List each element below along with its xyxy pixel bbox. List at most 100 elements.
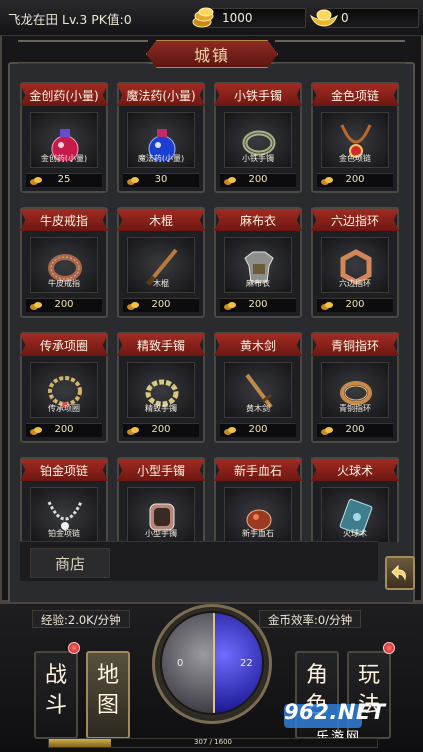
item-icon-box: 传承项圈 [30, 362, 98, 418]
player-info: 飞龙在田 Lv.3 PK值:0 [8, 12, 132, 27]
item-price-row: 200 [26, 423, 102, 437]
item-price-row: 200 [317, 423, 393, 437]
item-price-row: 200 [220, 423, 296, 437]
item-card[interactable]: 精致手镯 精致手镯 200 [117, 332, 205, 443]
item-price-row: 200 [220, 298, 296, 312]
mp-value: 22 [240, 658, 253, 669]
item-card[interactable]: 铂金项链 铂金项链 [20, 457, 108, 542]
item-price-row: 200 [26, 298, 102, 312]
xp-progress-bar: 307 / 1600 [48, 738, 378, 748]
item-icon-box: 金色项链 [321, 112, 389, 168]
item-name-ribbon: 小型手镯 [117, 459, 205, 481]
item-name: 精致手镯 [136, 338, 185, 353]
item-price-row: 200 [317, 173, 393, 187]
mp-half [214, 613, 262, 713]
ingot-resource: 0 [305, 6, 419, 30]
item-price-row: 30 [123, 173, 199, 187]
battle-notification-dot [68, 642, 80, 654]
item-name-ribbon: 青铜指环 [311, 334, 399, 356]
orb-divider [213, 613, 215, 713]
shop-tab-button[interactable]: 商店 [30, 548, 110, 578]
item-price-row: 200 [123, 298, 199, 312]
tab-battle-label: 战 斗 [44, 663, 67, 718]
item-card[interactable]: 新手血石 新手血石 [214, 457, 302, 542]
item-name-ribbon: 黄木剑 [214, 334, 302, 356]
item-card[interactable]: 小铁手镯 小铁手镯 200 [214, 82, 302, 193]
item-caption: 六边指环 [339, 279, 371, 288]
item-name: 传承项圈 [39, 338, 88, 353]
back-button[interactable] [385, 556, 415, 590]
item-name-ribbon: 传承项圈 [20, 334, 108, 356]
item-card[interactable]: 麻布衣 麻布衣 200 [214, 207, 302, 318]
shop-bar: 商店 [20, 541, 378, 581]
item-caption: 金色项链 [339, 154, 371, 163]
item-icon-box: 新手血石 [224, 487, 292, 542]
item-name-ribbon: 金创药(小量) [20, 84, 108, 106]
gold-coins-icon [192, 7, 214, 28]
watermark-logo: 962.NET [284, 700, 386, 724]
item-card[interactable]: 火球术 火球术 [311, 457, 399, 542]
item-name: 新手血石 [233, 463, 282, 478]
item-caption: 新手血石 [242, 529, 274, 538]
item-card[interactable]: 青铜指环 青铜指环 200 [311, 332, 399, 443]
tab-battle[interactable]: 战 斗 [34, 651, 78, 739]
item-price-row: 200 [220, 173, 296, 187]
item-name-ribbon: 六边指环 [311, 209, 399, 231]
item-card[interactable]: 小型手镯 小型手镯 [117, 457, 205, 542]
item-name-ribbon: 牛皮戒指 [20, 209, 108, 231]
gold-ingot-icon [309, 9, 339, 27]
shop-item-grid: 金创药(小量) 金创药(小量) 25 魔法药(小量) 魔法药(小量) 30 小铁手镯 小铁手镯… [20, 82, 403, 542]
item-card[interactable]: 六边指环 六边指环 200 [311, 207, 399, 318]
item-price: 25 [57, 174, 71, 185]
item-name-ribbon: 精致手镯 [117, 334, 205, 356]
item-name-ribbon: 铂金项链 [20, 459, 108, 481]
item-name: 铂金项链 [39, 463, 88, 478]
hp-mp-orb: 0 22 [160, 611, 264, 715]
gold-resource: 1000 [186, 6, 306, 30]
item-card[interactable]: 牛皮戒指 牛皮戒指 200 [20, 207, 108, 318]
item-caption: 精致手镯 [145, 404, 177, 413]
item-name: 六边指环 [330, 213, 379, 228]
item-price: 200 [345, 424, 365, 435]
item-price: 200 [248, 174, 268, 185]
item-price: 200 [151, 424, 171, 435]
item-caption: 传承项圈 [48, 404, 80, 413]
gameplay-notification-dot [383, 642, 395, 654]
item-name-ribbon: 麻布衣 [214, 209, 302, 231]
item-card[interactable]: 木棍 木棍 200 [117, 207, 205, 318]
item-price: 200 [345, 299, 365, 310]
item-name: 金色项链 [330, 88, 379, 103]
item-icon-box: 麻布衣 [224, 237, 292, 293]
item-caption: 小型手镯 [145, 529, 177, 538]
item-icon-box: 铂金项链 [30, 487, 98, 542]
item-name-ribbon: 金色项链 [311, 84, 399, 106]
item-name: 木棍 [148, 213, 173, 228]
item-card[interactable]: 金色项链 金色项链 200 [311, 82, 399, 193]
item-caption: 火球术 [343, 529, 367, 538]
item-name-ribbon: 魔法药(小量) [117, 84, 205, 106]
item-icon-box: 青铜指环 [321, 362, 389, 418]
item-card[interactable]: 魔法药(小量) 魔法药(小量) 30 [117, 82, 205, 193]
item-card[interactable]: 金创药(小量) 金创药(小量) 25 [20, 82, 108, 193]
gold-slot [206, 8, 306, 28]
item-price-row: 200 [123, 423, 199, 437]
item-price: 200 [54, 424, 74, 435]
item-price-row: 25 [26, 173, 102, 187]
item-caption: 金创药(小量) [40, 154, 88, 163]
item-name: 青铜指环 [330, 338, 379, 353]
item-name-ribbon: 小铁手镯 [214, 84, 302, 106]
item-price: 30 [154, 174, 168, 185]
item-card[interactable]: 黄木剑 黄木剑 200 [214, 332, 302, 443]
item-caption: 铂金项链 [48, 529, 80, 538]
item-price: 200 [345, 174, 365, 185]
item-name: 小型手镯 [136, 463, 185, 478]
item-icon-box: 小铁手镯 [224, 112, 292, 168]
tab-map[interactable]: 地 图 [86, 651, 130, 739]
item-icon-box: 火球术 [321, 487, 389, 542]
item-caption: 青铜指环 [339, 404, 371, 413]
item-card[interactable]: 传承项圈 传承项圈 200 [20, 332, 108, 443]
ingot-amount: 0 [341, 11, 349, 25]
item-name: 小铁手镯 [233, 88, 282, 103]
item-price-row: 200 [317, 298, 393, 312]
panel-title-plate: 城镇 [146, 40, 278, 68]
